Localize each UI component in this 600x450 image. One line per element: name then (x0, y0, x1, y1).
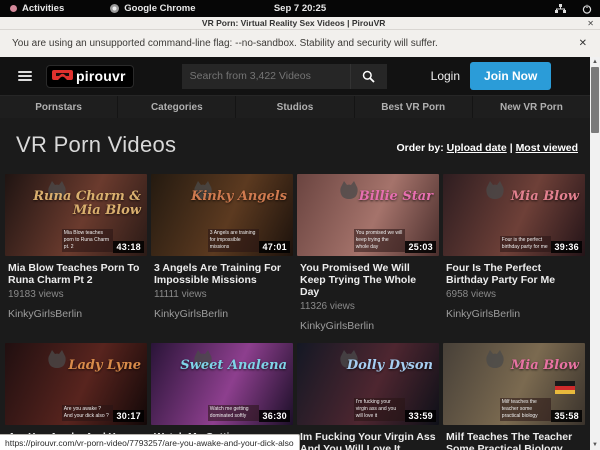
tab-close-icon[interactable]: ✕ (587, 19, 594, 28)
search-input[interactable] (182, 70, 350, 82)
video-card: Kinky Angels 3 Angels are training for i… (151, 174, 293, 332)
thumbnail-caption: 3 Angels are training for impossible mis… (208, 229, 259, 252)
video-card: Mia Blow Milf teaches the teacher some p… (443, 343, 585, 450)
warning-message: You are using an unsupported command-lin… (12, 38, 438, 49)
vr-goggles-icon (52, 69, 73, 82)
clock[interactable]: Sep 7 20:25 (0, 3, 600, 14)
nav-item-new-vr-porn[interactable]: New VR Porn (473, 96, 590, 118)
duration-badge: 30:17 (113, 410, 144, 422)
site-header: pirouvr Login Join Now (0, 57, 590, 95)
video-title[interactable]: You Promised We Will Keep Trying The Who… (300, 262, 436, 298)
thumbnail-caption: Mia Blow teaches porn to Runa Charm pt. … (62, 229, 113, 252)
video-title[interactable]: Im Fucking Your Virgin Ass And You Will … (300, 431, 436, 450)
video-thumbnail[interactable]: Kinky Angels 3 Angels are training for i… (151, 174, 293, 256)
thumbnail-caption: I'm fucking your virgin ass and you will… (354, 398, 405, 421)
thumbnail-overlay-title: Lady Lyne (5, 359, 141, 373)
studio-link[interactable]: KinkyGirlsBerlin (300, 320, 436, 332)
menu-hamburger-icon[interactable] (18, 71, 32, 81)
video-title[interactable]: Milf Teaches The Teacher Some Practical … (446, 431, 582, 450)
search-button[interactable] (350, 64, 387, 89)
vertical-scrollbar[interactable]: ▲ ▼ (590, 57, 600, 450)
login-link[interactable]: Login (431, 69, 460, 83)
status-bar: https://pirouvr.com/vr-porn-video/779325… (0, 434, 300, 450)
video-title[interactable]: Mia Blow Teaches Porn To Runa Charm Pt 2 (8, 262, 144, 286)
video-thumbnail[interactable]: Sweet Analena Watch me getting dominated… (151, 343, 293, 425)
thumbnail-caption: You promised we will keep trying the who… (354, 229, 405, 252)
thumbnail-caption: Milf teaches the teacher some practical … (500, 398, 551, 421)
video-thumbnail[interactable]: Mia Blow Four is the perfect birthday pa… (443, 174, 585, 256)
duration-badge: 25:03 (405, 241, 436, 253)
studio-link[interactable]: KinkyGirlsBerlin (154, 308, 290, 320)
tab-title[interactable]: VR Porn: Virtual Reality Sex Videos | Pi… (0, 18, 587, 28)
page-title: VR Porn Videos (16, 132, 176, 158)
thumbnail-overlay-title: Dolly Dyson (297, 359, 433, 373)
thumbnail-overlay-title: Mia Blow (443, 359, 579, 373)
studio-link[interactable]: KinkyGirlsBerlin (446, 308, 582, 320)
german-flag-icon (555, 381, 575, 394)
video-views: 11111 views (154, 289, 290, 300)
thumbnail-overlay-title: Kinky Angels (151, 190, 287, 204)
video-thumbnail[interactable]: Dolly Dyson I'm fucking your virgin ass … (297, 343, 439, 425)
video-card: Billie Star You promised we will keep tr… (297, 174, 439, 332)
video-views: 11326 views (300, 301, 436, 312)
site-logo[interactable]: pirouvr (46, 65, 134, 88)
browser-tab-bar: VR Porn: Virtual Reality Sex Videos | Pi… (0, 17, 600, 30)
nav-item-best-vr-porn[interactable]: Best VR Porn (355, 96, 473, 118)
video-card: Runa Charm & Mia Blow Mia Blow teaches p… (5, 174, 147, 332)
thumbnail-caption: Watch me getting dominated softly (208, 405, 259, 421)
video-title[interactable]: Four Is The Perfect Birthday Party For M… (446, 262, 582, 286)
network-icon[interactable] (555, 4, 566, 14)
thumbnail-overlay-title: Billie Star (297, 190, 433, 204)
order-by-upload-date-link[interactable]: Upload date (447, 142, 507, 154)
infobar-close-icon[interactable]: ✕ (579, 38, 587, 49)
duration-badge: 47:01 (259, 241, 290, 253)
thumbnail-caption: Four is the perfect birthday party for m… (500, 236, 551, 252)
studio-link[interactable]: KinkyGirlsBerlin (8, 308, 144, 320)
thumbnail-caption: Are you awake ? And your dick also ? (62, 405, 113, 421)
scrollbar-thumb[interactable] (591, 67, 599, 133)
thumbnail-overlay-title: Runa Charm & Mia Blow (5, 190, 141, 217)
logo-text: pirouvr (76, 68, 126, 84)
join-now-button[interactable]: Join Now (470, 62, 551, 90)
order-by-separator: | (510, 142, 513, 154)
video-card: Mia Blow Four is the perfect birthday pa… (443, 174, 585, 332)
duration-badge: 35:58 (551, 410, 582, 422)
order-by-label: Order by: (396, 142, 443, 154)
thumbnail-overlay-title: Mia Blow (443, 190, 579, 204)
warning-infobar: You are using an unsupported command-lin… (0, 30, 600, 58)
video-grid: Runa Charm & Mia Blow Mia Blow teaches p… (0, 158, 590, 450)
nav-item-pornstars[interactable]: Pornstars (0, 96, 118, 118)
video-thumbnail[interactable]: Mia Blow Milf teaches the teacher some p… (443, 343, 585, 425)
page-content: pirouvr Login Join Now Pornstars Categor… (0, 57, 590, 450)
search-box[interactable] (182, 64, 350, 89)
video-views: 6958 views (446, 289, 582, 300)
nav-item-studios[interactable]: Studios (236, 96, 354, 118)
order-by-most-viewed-link[interactable]: Most viewed (516, 142, 578, 154)
status-url: https://pirouvr.com/vr-porn-video/779325… (5, 438, 294, 448)
browser-window: Activities Google Chrome Sep 7 20:25 VR … (0, 0, 600, 450)
scroll-down-icon[interactable]: ▼ (592, 440, 598, 450)
duration-badge: 36:30 (259, 410, 290, 422)
video-card: Dolly Dyson I'm fucking your virgin ass … (297, 343, 439, 450)
video-thumbnail[interactable]: Runa Charm & Mia Blow Mia Blow teaches p… (5, 174, 147, 256)
video-views: 19183 views (8, 289, 144, 300)
system-top-bar: Activities Google Chrome Sep 7 20:25 (0, 0, 600, 17)
duration-badge: 43:18 (113, 241, 144, 253)
main-nav: Pornstars Categories Studios Best VR Por… (0, 95, 590, 118)
video-thumbnail[interactable]: Lady Lyne Are you awake ? And your dick … (5, 343, 147, 425)
duration-badge: 39:36 (551, 241, 582, 253)
video-thumbnail[interactable]: Billie Star You promised we will keep tr… (297, 174, 439, 256)
video-title[interactable]: 3 Angels Are Training For Impossible Mis… (154, 262, 290, 286)
search-icon (362, 70, 375, 83)
power-icon[interactable] (582, 4, 592, 14)
scroll-up-icon[interactable]: ▲ (592, 57, 598, 67)
duration-badge: 33:59 (405, 410, 436, 422)
order-by-controls: Order by: Upload date | Most viewed (396, 142, 578, 158)
thumbnail-overlay-title: Sweet Analena (151, 359, 287, 373)
nav-item-categories[interactable]: Categories (118, 96, 236, 118)
